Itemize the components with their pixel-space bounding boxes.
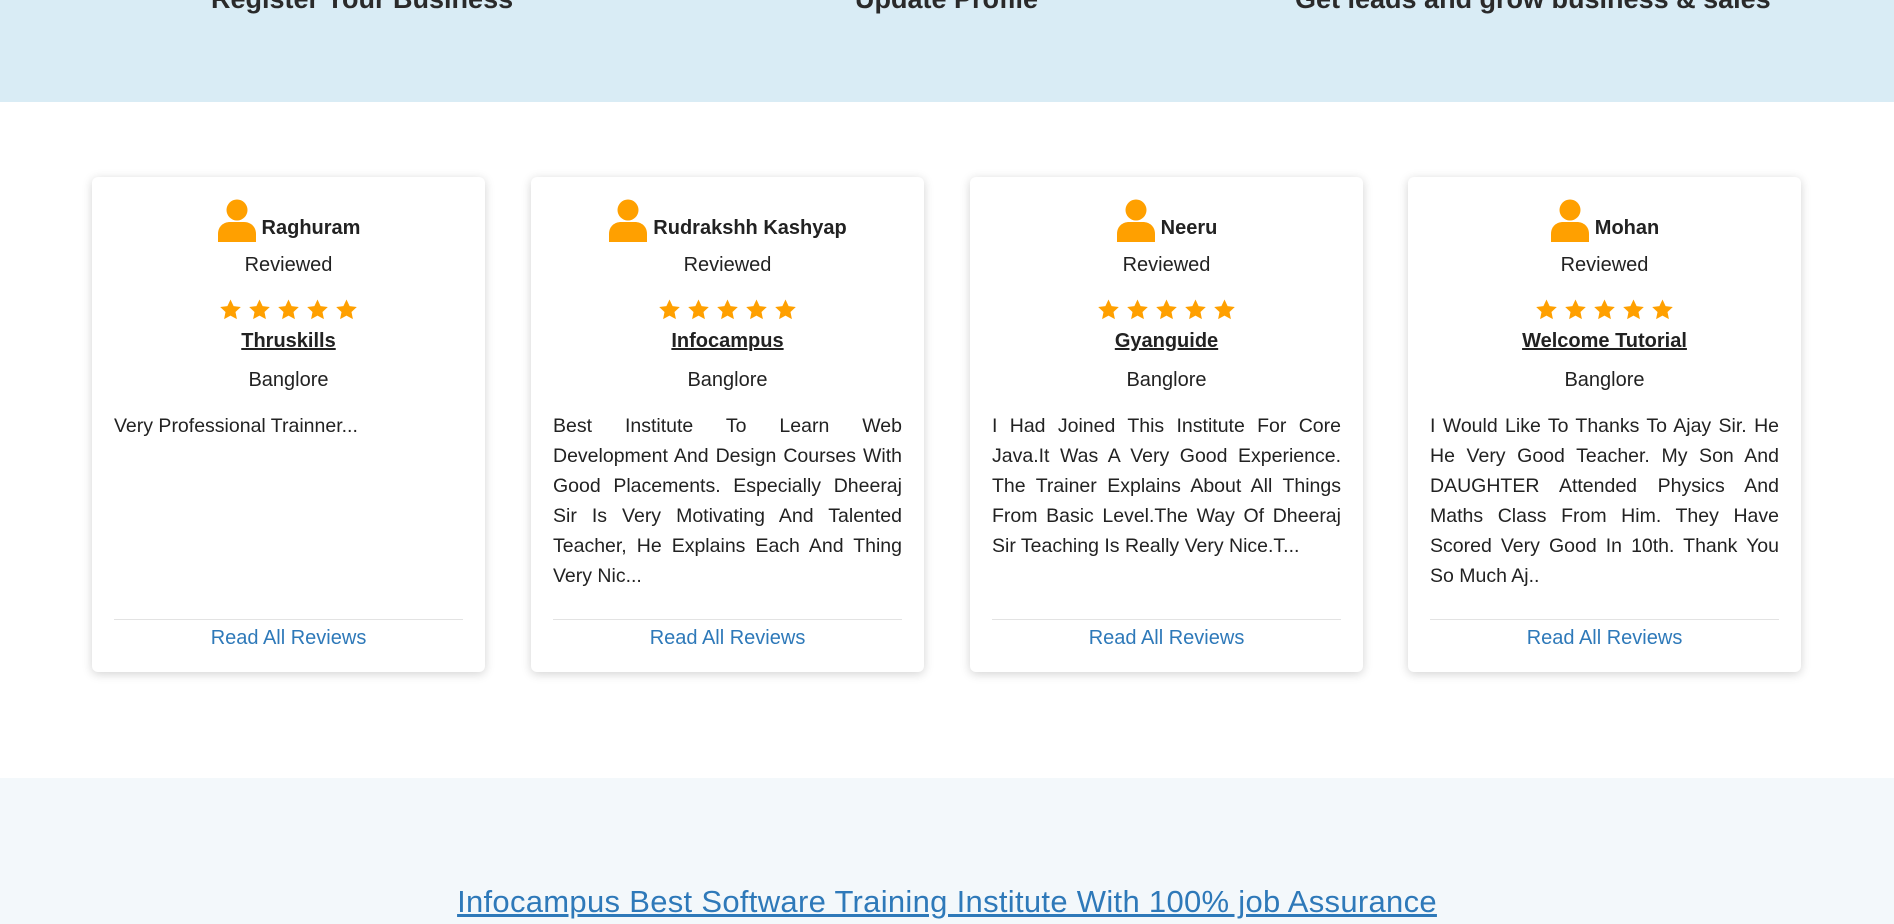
- star-icon: [1098, 299, 1119, 320]
- review-card: Raghuram Reviewed Thruskills Banglore Ve…: [92, 177, 485, 672]
- reviewer-header: Neeru: [970, 199, 1363, 242]
- read-all-reviews-link[interactable]: Read All Reviews: [92, 623, 485, 653]
- reviewer-header: Raghuram: [92, 199, 485, 242]
- review-status: Reviewed: [683, 254, 772, 276]
- star-icon: [746, 299, 767, 320]
- star-icon: [775, 299, 796, 320]
- read-all-reviews-link[interactable]: Read All Reviews: [1408, 623, 1801, 653]
- star-icon: [1156, 299, 1177, 320]
- rating-stars: [92, 298, 485, 322]
- reviewer-name: Neeru: [1160, 217, 1218, 239]
- review-status: Reviewed: [244, 254, 333, 276]
- star-icon: [1594, 299, 1615, 320]
- institute-city: Banglore: [687, 369, 768, 391]
- reviewer-name: Raghuram: [261, 217, 361, 239]
- star-icon: [249, 299, 270, 320]
- card-divider: [992, 619, 1341, 620]
- institute-link[interactable]: Welcome Tutorial: [1408, 330, 1801, 353]
- star-icon: [220, 299, 241, 320]
- review-text: I Would Like To Thanks To Ajay Sir. He H…: [1430, 415, 1779, 587]
- reviewer-header: Mohan: [1408, 199, 1801, 242]
- institute-city: Banglore: [1126, 369, 1207, 391]
- rating-stars: [1408, 298, 1801, 322]
- star-icon: [688, 299, 709, 320]
- card-divider: [553, 619, 902, 620]
- institute-city: Banglore: [248, 369, 329, 391]
- star-icon: [717, 299, 738, 320]
- institute-link[interactable]: Infocampus: [531, 330, 924, 353]
- user-icon: [217, 199, 256, 242]
- step-get-leads-label: Get leads and grow business & sales: [1295, 0, 1771, 15]
- review-card: Rudrakshh Kashyap Reviewed Infocampus Ba…: [531, 177, 924, 672]
- reviewer-header: Rudrakshh Kashyap: [531, 199, 924, 242]
- star-icon: [1214, 299, 1235, 320]
- step-register-label: Register Your Business: [211, 0, 513, 15]
- review-card: Neeru Reviewed Gyanguide Banglore I Had …: [970, 177, 1363, 672]
- review-text: Very Professional Trainner...: [114, 415, 358, 437]
- review-text: I Had Joined This Institute For Core Jav…: [992, 415, 1341, 557]
- star-icon: [1536, 299, 1557, 320]
- read-all-reviews-link[interactable]: Read All Reviews: [970, 623, 1363, 653]
- user-icon: [609, 199, 648, 242]
- star-icon: [336, 299, 357, 320]
- infocampus-heading-link[interactable]: Infocampus Best Software Training Instit…: [0, 884, 1894, 920]
- review-card: Mohan Reviewed Welcome Tutorial Banglore…: [1408, 177, 1801, 672]
- how-it-works-band: Register Your Business Update Profile Ge…: [0, 0, 1894, 102]
- step-update-profile-label: Update Profile: [855, 0, 1038, 15]
- reviewer-name: Mohan: [1594, 217, 1660, 239]
- institute-link[interactable]: Gyanguide: [970, 330, 1363, 353]
- reviewer-name: Rudrakshh Kashyap: [653, 217, 847, 239]
- card-divider: [114, 619, 463, 620]
- user-icon: [1550, 199, 1589, 242]
- review-text: Best Institute To Learn Web Development …: [553, 415, 902, 587]
- star-icon: [1565, 299, 1586, 320]
- user-icon: [1116, 199, 1155, 242]
- review-status: Reviewed: [1560, 254, 1649, 276]
- institute-link[interactable]: Thruskills: [92, 330, 485, 353]
- star-icon: [1185, 299, 1206, 320]
- star-icon: [1127, 299, 1148, 320]
- rating-stars: [531, 298, 924, 322]
- read-all-reviews-link[interactable]: Read All Reviews: [531, 623, 924, 653]
- star-icon: [307, 299, 328, 320]
- review-status: Reviewed: [1122, 254, 1211, 276]
- reviews-section: Raghuram Reviewed Thruskills Banglore Ve…: [0, 177, 1894, 672]
- rating-stars: [970, 298, 1363, 322]
- star-icon: [659, 299, 680, 320]
- star-icon: [1652, 299, 1673, 320]
- star-icon: [1623, 299, 1644, 320]
- card-divider: [1430, 619, 1779, 620]
- star-icon: [278, 299, 299, 320]
- institute-city: Banglore: [1564, 369, 1645, 391]
